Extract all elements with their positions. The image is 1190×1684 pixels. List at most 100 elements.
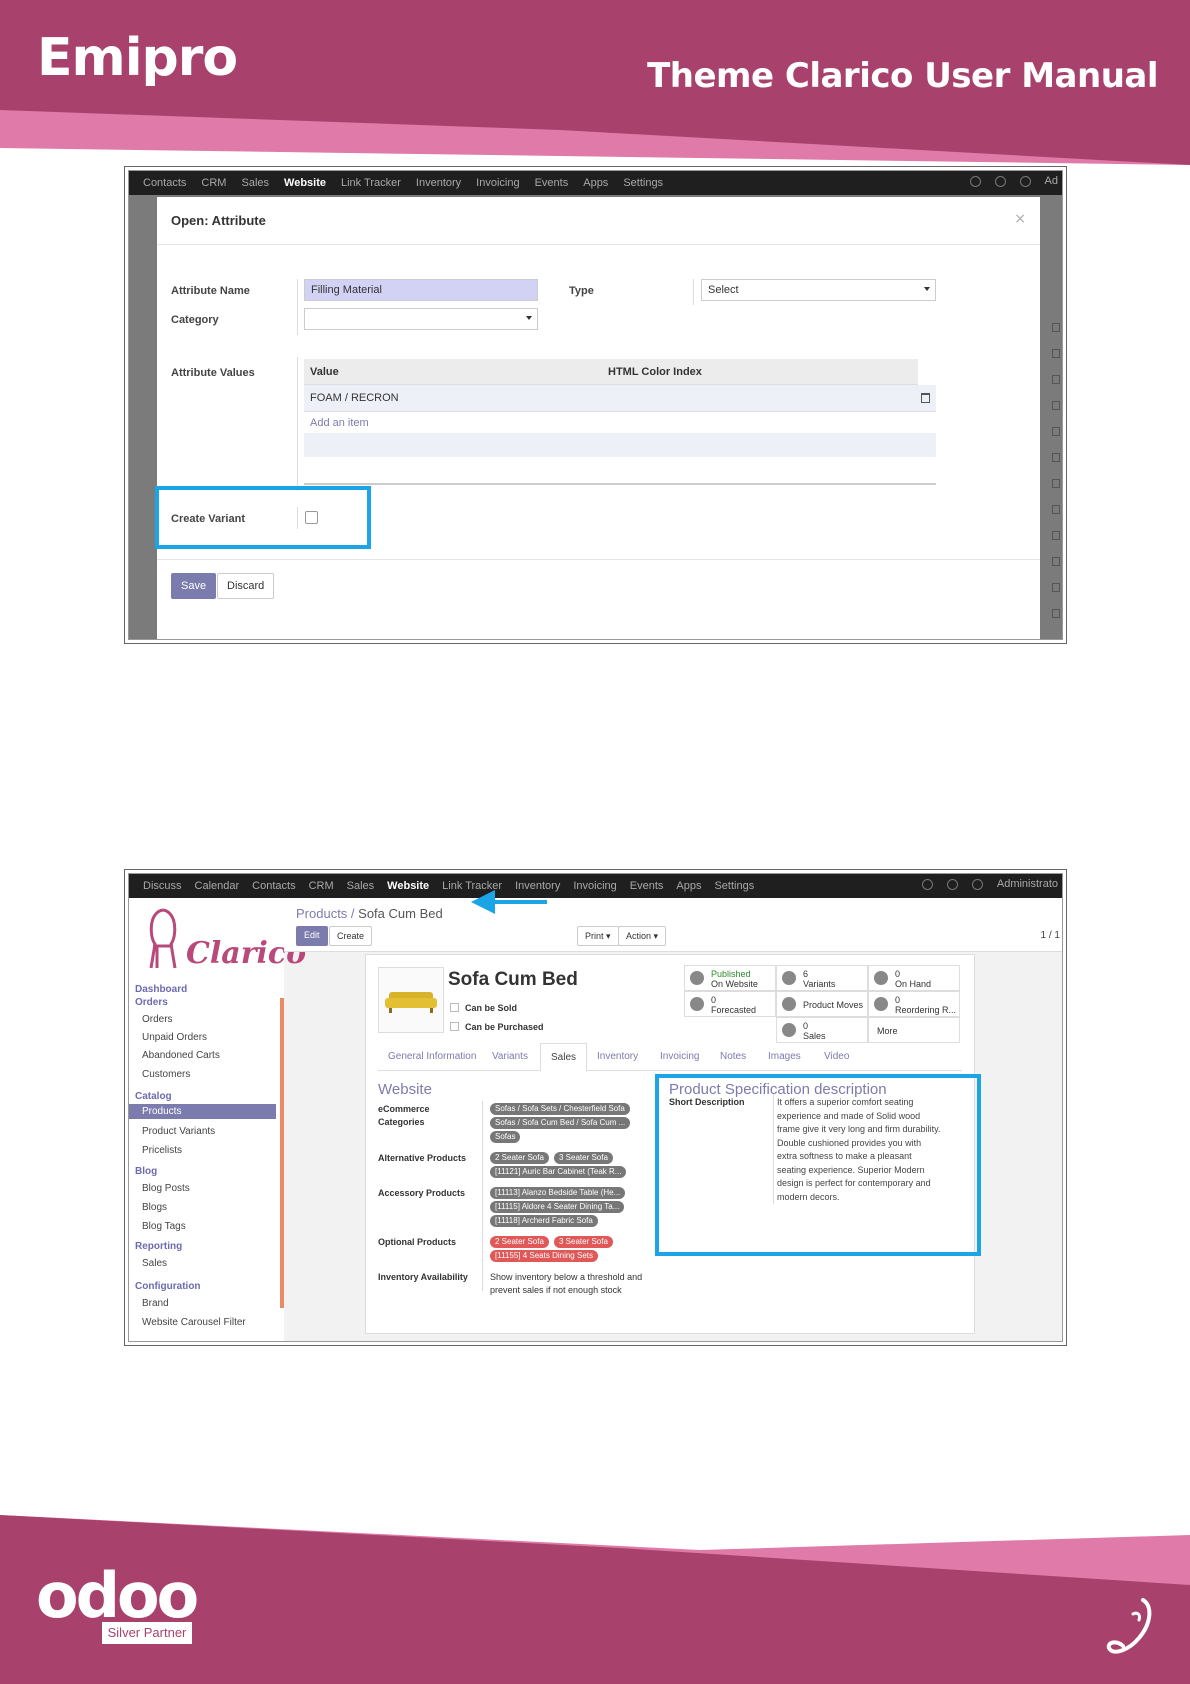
menu-sales[interactable]: Sales [347,880,375,892]
sidebar-item-website-carousel-filter[interactable]: Website Carousel Filter [142,1317,246,1328]
sidebar-item-brand[interactable]: Brand [142,1298,169,1309]
product-tag[interactable]: 3 Seater Sofa [554,1152,613,1164]
menu-inventory[interactable]: Inventory [416,177,461,189]
menu-website[interactable]: Website [387,880,429,892]
table-row[interactable]: FOAM / RECRON [304,385,936,412]
sidebar-item-abandoned-carts[interactable]: Abandoned Carts [142,1050,220,1061]
published-button[interactable]: Published On Website [684,965,776,991]
tab-inventory[interactable]: Inventory [597,1051,638,1062]
product-tag[interactable]: 3 Seater Sofa [554,1236,613,1248]
menu-contacts[interactable]: Contacts [143,177,186,189]
menu-apps[interactable]: Apps [676,880,701,892]
chat-icon[interactable] [946,878,958,890]
forecasted-button[interactable]: 0 Forecasted [684,991,776,1017]
tab-invoicing[interactable]: Invoicing [660,1051,699,1062]
variants-button[interactable]: 6 Variants [776,965,868,991]
sidebar-item-product-variants[interactable]: Product Variants [142,1126,215,1137]
annotation-arrow [491,900,547,904]
sidebar-item-unpaid-orders[interactable]: Unpaid Orders [142,1032,207,1043]
clock-icon[interactable] [921,878,933,890]
product-tag[interactable]: [11121] Auric Bar Cabinet (Teak R... [490,1166,627,1178]
sidebar-item-blog-tags[interactable]: Blog Tags [142,1221,186,1232]
menu-link-tracker[interactable]: Link Tracker [341,177,401,189]
sidebar-item-dashboard[interactable]: Dashboard [135,984,187,995]
can-be-purchased-checkbox[interactable] [450,1022,459,1031]
sidebar-item-products[interactable]: Products [129,1104,276,1119]
menu-sales[interactable]: Sales [241,177,269,189]
attribute-name-input[interactable]: Filling Material [304,279,538,301]
bug-icon[interactable] [1019,175,1031,187]
menu-website[interactable]: Website [284,177,326,189]
action-dropdown[interactable]: Action ▾ [618,926,667,946]
menu-calendar[interactable]: Calendar [195,880,240,892]
sidebar-item-blog-posts[interactable]: Blog Posts [142,1183,190,1194]
product-tag[interactable]: [11113] Alanzo Bedside Table (He... [490,1187,626,1199]
column-value[interactable]: Value [310,366,339,378]
save-button[interactable]: Save [171,573,217,599]
product-tag[interactable]: [11118] Archerd Fabric Sofa [490,1215,598,1227]
tab-sales[interactable]: Sales [540,1043,588,1072]
trash-icon[interactable] [921,393,930,403]
print-dropdown[interactable]: Print ▾ [577,926,619,946]
close-icon[interactable]: × [1014,211,1026,227]
category-tag[interactable]: Sofas [490,1131,521,1143]
type-select[interactable]: Select [701,279,936,301]
product-tag[interactable]: 2 Seater Sofa [490,1236,549,1248]
tab-notes[interactable]: Notes [720,1051,746,1062]
menu-crm[interactable]: CRM [309,880,334,892]
menu-events[interactable]: Events [630,880,664,892]
menu-apps[interactable]: Apps [583,177,608,189]
menu-settings[interactable]: Settings [714,880,754,892]
edit-button[interactable]: Edit [296,926,328,946]
stat-count: 0 [711,995,717,1005]
product-moves-button[interactable]: Product Moves [776,991,868,1017]
menu-invoicing[interactable]: Invoicing [573,880,616,892]
manual-title: Theme Clarico User Manual [647,56,1158,96]
sidebar-scrollbar[interactable] [280,998,284,1308]
menu-events[interactable]: Events [535,177,569,189]
category-tag[interactable]: Sofas / Sofa Sets / Chesterfield Sofa [490,1103,630,1115]
product-image[interactable] [378,967,444,1033]
bug-icon[interactable] [971,878,983,890]
menu-contacts[interactable]: Contacts [252,880,295,892]
inventory-availability-value[interactable]: Show inventory below a threshold and pre… [490,1271,655,1297]
tab-variants[interactable]: Variants [492,1051,528,1062]
pager[interactable]: 1 / 1 [1041,930,1060,941]
menu-inventory[interactable]: Inventory [515,880,560,892]
menu-crm[interactable]: CRM [201,177,226,189]
menu-discuss[interactable]: Discuss [143,880,182,892]
sidebar-item-sales[interactable]: Sales [142,1258,167,1269]
product-tag[interactable]: [11155] 4 Seats Dining Sets [490,1250,598,1262]
category-select[interactable] [304,308,538,330]
breadcrumb-products[interactable]: Products / [296,906,355,921]
can-be-purchased-label: Can be Purchased [465,1022,544,1032]
sidebar-item-customers[interactable]: Customers [142,1069,190,1080]
discard-button[interactable]: Discard [217,573,275,599]
create-button[interactable]: Create [329,926,373,946]
menu-invoicing[interactable]: Invoicing [476,177,519,189]
chat-icon[interactable] [994,175,1006,187]
reordering-button[interactable]: 0 Reordering R... [868,991,960,1017]
column-html-color-index[interactable]: HTML Color Index [608,366,702,378]
tab-images[interactable]: Images [768,1051,801,1062]
product-tag[interactable]: [11115] Aldore 4 Seater Dining Ta... [490,1201,625,1213]
tab-video[interactable]: Video [824,1051,849,1062]
product-tag[interactable]: 2 Seater Sofa [490,1152,549,1164]
sidebar-heading-orders: Orders [135,997,168,1008]
on-hand-button[interactable]: 0 On Hand [868,965,960,991]
add-item-link[interactable]: Add an item [310,417,369,429]
can-be-sold-checkbox[interactable] [450,1003,459,1012]
user-menu[interactable]: Administrato [997,878,1058,890]
sitemap-icon [782,971,796,985]
menu-settings[interactable]: Settings [623,177,663,189]
category-tag[interactable]: Sofas / Sofa Cum Bed / Sofa Cum ... [490,1117,631,1129]
user-menu[interactable]: Ad [1045,175,1058,187]
sidebar-item-blogs[interactable]: Blogs [142,1202,167,1213]
tab-general-information[interactable]: General Information [388,1051,476,1062]
clock-icon[interactable] [969,175,981,187]
sales-button[interactable]: 0 Sales [776,1017,868,1043]
more-button[interactable]: More [868,1017,960,1043]
notebook-tabs: General Information Variants Sales Inven… [378,1043,962,1072]
sidebar-item-orders[interactable]: Orders [142,1014,173,1025]
sidebar-item-pricelists[interactable]: Pricelists [142,1145,182,1156]
